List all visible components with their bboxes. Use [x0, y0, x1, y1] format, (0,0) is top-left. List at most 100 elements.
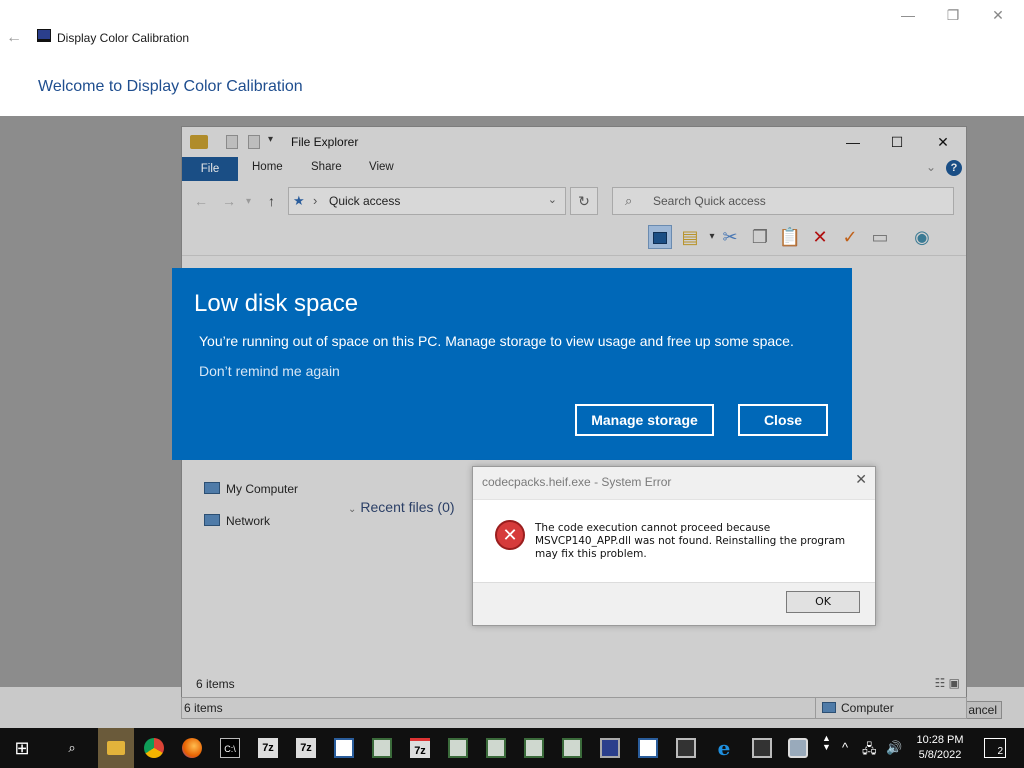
network-icon[interactable]: 🖧 — [862, 740, 877, 762]
tab-view[interactable]: View — [369, 161, 394, 173]
folder-icon — [190, 135, 208, 149]
layout-icon[interactable]: ▤ — [678, 225, 702, 249]
window-icon — [562, 738, 582, 758]
search-placeholder: Search Quick access — [653, 194, 766, 208]
recent-locations-icon[interactable]: ▾ — [246, 196, 251, 207]
forward-icon[interactable]: → — [222, 193, 236, 209]
globe-icon[interactable]: ◉ — [910, 225, 934, 249]
search-icon: ⌕ — [625, 193, 633, 208]
sidebar-item-my-computer[interactable]: My Computer — [204, 482, 298, 496]
preview-pane-icon[interactable] — [648, 225, 672, 249]
new-folder-icon[interactable] — [248, 135, 260, 149]
view-toggle-icons[interactable]: ☷ ▣ — [935, 676, 960, 690]
explorer-close-button[interactable]: ✕ — [932, 133, 954, 151]
window-icon — [638, 738, 658, 758]
notification-center-icon[interactable]: 2 — [984, 738, 1006, 758]
explorer-toolbar: ▤ ▾ ✂ ❐ 📋 ✕ ✓ ▭ ◉ — [642, 223, 964, 251]
monitor-icon — [37, 29, 51, 42]
sidebar-label: My Computer — [226, 482, 299, 496]
taskbar-app-3[interactable] — [440, 728, 476, 768]
taskbar-cmd[interactable]: C:\ — [212, 728, 248, 768]
taskbar-app-9[interactable] — [744, 728, 780, 768]
taskbar-chrome[interactable] — [136, 728, 172, 768]
taskbar-7zip-error[interactable]: 7z — [402, 728, 438, 768]
ok-button[interactable]: OK — [786, 591, 860, 613]
taskbar-firefox[interactable] — [174, 728, 210, 768]
dont-remind-link[interactable]: Don’t remind me again — [199, 363, 340, 379]
volume-icon[interactable]: 🔊 — [886, 740, 902, 756]
error-close-icon[interactable]: ✕ — [855, 471, 867, 488]
system-error-dialog: codecpacks.heif.exe - System Error ✕ ✕ T… — [472, 466, 876, 626]
taskbar-app-10[interactable] — [780, 728, 816, 768]
calibration-heading: Welcome to Display Color Calibration — [38, 78, 303, 95]
sidebar-label: Network — [226, 514, 271, 528]
manage-storage-button[interactable]: Manage storage — [575, 404, 714, 436]
7zip-icon: 7z — [258, 738, 278, 758]
refresh-button[interactable]: ↻ — [570, 187, 598, 215]
check-icon[interactable]: ✓ — [838, 225, 862, 249]
clock-time: 10:28 PM — [916, 734, 964, 746]
delete-icon[interactable]: ✕ — [808, 225, 832, 249]
taskbar-app-4[interactable] — [478, 728, 514, 768]
address-path: Quick access — [329, 194, 401, 208]
tab-home[interactable]: Home — [252, 161, 283, 173]
taskbar-app-1[interactable] — [326, 728, 362, 768]
internet-explorer-icon: e — [717, 736, 731, 760]
error-message: The code execution cannot proceed becaus… — [535, 522, 846, 560]
folder-icon — [107, 741, 125, 755]
taskbar-app-8[interactable] — [668, 728, 704, 768]
status-bar: 6 items Computer — [181, 697, 967, 719]
cut-icon[interactable]: ✂ — [718, 225, 742, 249]
paste-icon[interactable]: 📋 — [778, 225, 802, 249]
taskbar-7zip-2[interactable]: 7z — [288, 728, 324, 768]
taskbar-app-5[interactable] — [516, 728, 552, 768]
status-item-count: 6 items — [196, 677, 235, 691]
show-hidden-icons-icon[interactable]: ^ — [842, 740, 848, 755]
close-toast-button[interactable]: Close — [738, 404, 828, 436]
up-icon[interactable]: ↑ — [268, 193, 275, 209]
customize-quick-access-icon[interactable]: ▾ — [268, 134, 273, 145]
taskbar-app-2[interactable] — [364, 728, 400, 768]
tab-share[interactable]: Share — [311, 161, 342, 173]
sidebar-item-network[interactable]: Network — [204, 514, 270, 528]
back-arrow-icon[interactable]: ← — [6, 29, 22, 47]
clock[interactable]: 10:28 PM 5/8/2022 — [910, 733, 970, 763]
tools-icon — [788, 738, 808, 758]
calibration-title: Display Color Calibration — [57, 31, 190, 45]
explorer-title: File Explorer — [291, 135, 359, 149]
tab-file[interactable]: File — [182, 157, 238, 181]
minimize-button[interactable]: — — [899, 6, 917, 24]
taskbar: ⊞ ⌕ C:\ 7z 7z 7z e ▲ ▼ ^ 🖧 🔊 10:28 PM 5/8/… — [0, 728, 1024, 768]
copy-icon[interactable]: ❐ — [748, 225, 772, 249]
start-button[interactable]: ⊞ — [4, 728, 40, 768]
firefox-icon — [182, 738, 202, 758]
explorer-minimize-button[interactable]: — — [842, 133, 864, 151]
rename-icon[interactable]: ▭ — [868, 225, 892, 249]
back-icon[interactable]: ← — [194, 193, 208, 209]
properties-icon[interactable] — [226, 135, 238, 149]
taskbar-file-explorer[interactable] — [98, 728, 134, 768]
help-icon[interactable]: ? — [946, 160, 962, 176]
taskbar-display[interactable] — [592, 728, 628, 768]
window-icon — [334, 738, 354, 758]
address-bar[interactable]: ★ › Quick access ⌄ — [288, 187, 566, 215]
search-button[interactable]: ⌕ — [54, 728, 90, 768]
display-icon — [600, 738, 620, 758]
expand-ribbon-icon[interactable]: ⌄ — [926, 160, 936, 174]
chrome-icon — [144, 738, 164, 758]
close-button[interactable]: ✕ — [989, 6, 1007, 24]
chevron-down-icon[interactable]: ⌄ — [548, 193, 557, 206]
window-icon — [676, 738, 696, 758]
taskbar-7zip-1[interactable]: 7z — [250, 728, 286, 768]
recent-files-header[interactable]: ⌄ Recent files (0) — [348, 499, 455, 515]
low-disk-space-dialog: Low disk space You’re running out of spa… — [172, 268, 852, 460]
search-input[interactable]: ⌕ Search Quick access — [612, 187, 954, 215]
toast-title: Low disk space — [194, 290, 359, 317]
explorer-maximize-button[interactable]: ☐ — [886, 133, 908, 151]
taskbar-internet-explorer[interactable]: e — [706, 728, 742, 768]
window-icon — [524, 738, 544, 758]
taskbar-app-7[interactable] — [630, 728, 666, 768]
restore-button[interactable]: ❐ — [944, 6, 962, 24]
taskbar-app-6[interactable] — [554, 728, 590, 768]
taskbar-scroll-icon[interactable]: ▲ ▼ — [822, 734, 831, 752]
